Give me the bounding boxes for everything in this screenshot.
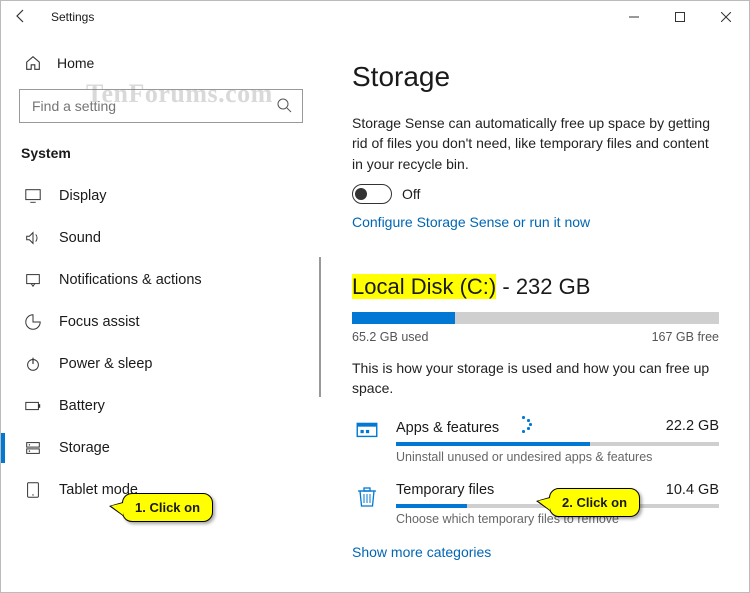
nav-item-sound[interactable]: Sound (1, 217, 321, 259)
focus-icon (23, 312, 43, 332)
category-apps-features[interactable]: Apps & features 22.2 GB Uninstall unused o… (352, 416, 719, 464)
window-title: Settings (45, 10, 611, 24)
maximize-button[interactable] (657, 1, 703, 33)
home-label: Home (57, 55, 94, 71)
disk-name: Local Disk (C:) (352, 274, 496, 299)
content: Storage Storage Sense can automatically … (321, 33, 749, 592)
disk-free-label: 167 GB free (652, 330, 719, 344)
minimize-button[interactable] (611, 1, 657, 33)
close-button[interactable] (703, 1, 749, 33)
titlebar: Settings (1, 1, 749, 33)
nav-label: Sound (59, 230, 101, 246)
nav-item-notifications-actions[interactable]: Notifications & actions (1, 259, 321, 301)
nav-label: Power & sleep (59, 356, 153, 372)
power-icon (23, 354, 43, 374)
nav-item-display[interactable]: Display (1, 175, 321, 217)
disk-used-label: 65.2 GB used (352, 330, 428, 344)
disk-usage-bar (352, 312, 719, 324)
category-hint: Uninstall unused or undesired apps & fea… (396, 450, 719, 464)
battery-icon (23, 396, 43, 416)
configure-link[interactable]: Configure Storage Sense or run it now (352, 214, 590, 230)
storage-sense-toggle[interactable] (352, 184, 392, 204)
usage-desc: This is how your storage is used and how… (352, 358, 719, 399)
nav-label: Focus assist (59, 314, 140, 330)
search-input[interactable] (19, 89, 303, 123)
category-bar (396, 504, 719, 508)
search-field[interactable] (30, 97, 276, 115)
category-name: Apps & features (396, 416, 531, 436)
loading-spinner (515, 416, 531, 432)
show-more-link[interactable]: Show more categories (352, 544, 491, 560)
nav-list: Display Sound Notifications & actions Focus… (19, 175, 303, 511)
nav-label: Tablet mode (59, 482, 138, 498)
home-icon (23, 53, 43, 73)
trash-icon (352, 482, 382, 510)
home-link[interactable]: Home (19, 43, 303, 89)
display-icon (23, 186, 43, 206)
section-label: System (19, 141, 303, 175)
category-name: Temporary files (396, 482, 494, 498)
page-title: Storage (352, 61, 719, 93)
storage-icon (23, 438, 43, 458)
nav-label: Display (59, 188, 107, 204)
nav-item-tablet-mode[interactable]: Tablet mode (1, 469, 321, 511)
nav-item-storage[interactable]: Storage (1, 427, 321, 469)
back-button[interactable] (13, 8, 45, 27)
disk-capacity: 232 GB (516, 274, 591, 299)
nav-label: Notifications & actions (59, 272, 202, 288)
nav-item-focus-assist[interactable]: Focus assist (1, 301, 321, 343)
storage-sense-desc: Storage Sense can automatically free up … (352, 113, 719, 174)
category-temporary-files[interactable]: Temporary files 10.4 GB Choose which tempo… (352, 482, 719, 526)
apps-icon (352, 416, 382, 444)
nav-label: Battery (59, 398, 105, 414)
category-size: 22.2 GB (666, 418, 719, 434)
notifications-icon (23, 270, 43, 290)
search-icon (276, 97, 292, 116)
sound-icon (23, 228, 43, 248)
nav-item-power-sleep[interactable]: Power & sleep (1, 343, 321, 385)
nav-item-battery[interactable]: Battery (1, 385, 321, 427)
sidebar: Home System Display Sound Notifications & … (1, 33, 321, 592)
tablet-icon (23, 480, 43, 500)
toggle-state-label: Off (402, 186, 420, 202)
nav-label: Storage (59, 440, 110, 456)
category-bar (396, 442, 719, 446)
category-hint: Choose which temporary files to remove (396, 512, 719, 526)
category-size: 10.4 GB (666, 482, 719, 498)
disk-heading: Local Disk (C:) - 232 GB (352, 274, 719, 300)
